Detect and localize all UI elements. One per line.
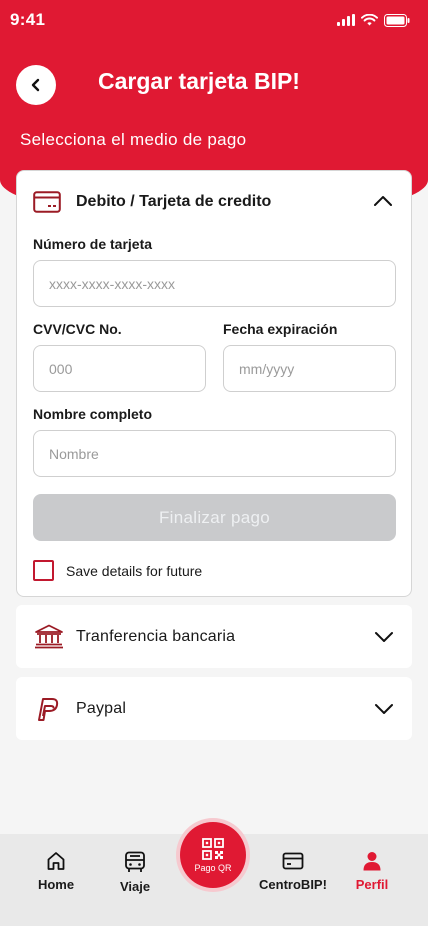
full-name-input[interactable] — [33, 430, 396, 477]
option-bank-transfer[interactable]: Tranferencia bancaria — [16, 605, 412, 668]
user-icon — [363, 852, 381, 871]
nav-item-perfil[interactable]: Perfil — [347, 851, 397, 892]
card-payment-panel: Debito / Tarjeta de credito Número de ta… — [16, 170, 412, 597]
chevron-down-icon — [375, 632, 393, 642]
page-title: Cargar tarjeta BIP! — [98, 68, 300, 94]
option-bank-transfer-label: Tranferencia bancaria — [76, 628, 236, 645]
nav-viaje-label: Viaje — [119, 879, 151, 894]
chevron-down-icon — [375, 704, 393, 714]
full-name-label: Nombre completo — [33, 406, 153, 422]
card-number-input[interactable] — [33, 260, 396, 307]
credit-card-icon — [33, 191, 61, 213]
nav-home-label: Home — [37, 877, 75, 892]
wifi-icon — [361, 14, 378, 26]
paypal-icon — [38, 698, 59, 721]
status-bar: 9:41 — [0, 0, 428, 40]
nav-perfil-label: Perfil — [355, 877, 389, 892]
nav-item-home[interactable]: Home — [30, 851, 82, 892]
save-details-row: Save details for future — [33, 560, 202, 581]
card-payment-header[interactable]: Debito / Tarjeta de credito — [17, 171, 411, 233]
status-time: 9:41 — [10, 10, 46, 29]
bus-icon — [125, 851, 145, 872]
option-paypal[interactable]: Paypal — [16, 677, 412, 740]
save-details-checkbox[interactable] — [33, 560, 54, 581]
home-icon — [47, 852, 65, 870]
chevron-up-icon — [374, 196, 392, 206]
qr-payment-label: Pago QR — [194, 862, 232, 873]
back-button[interactable] — [16, 65, 56, 105]
qr-code-icon — [202, 837, 224, 860]
signal-icon — [337, 14, 355, 26]
status-icons — [337, 13, 410, 27]
expiry-label: Fecha expiración — [223, 321, 338, 337]
chevron-left-icon — [31, 78, 40, 92]
battery-icon — [384, 13, 410, 27]
page-subtitle: Selecciona el medio de pago — [20, 130, 247, 149]
save-details-label: Save details for future — [66, 562, 203, 579]
nav-centrobip-label: CentroBIP! — [259, 877, 327, 892]
finalize-payment-button[interactable]: Finalizar pago — [33, 494, 396, 541]
card-icon — [282, 852, 304, 870]
option-paypal-label: Paypal — [76, 700, 127, 717]
bank-icon — [35, 624, 63, 649]
card-number-label: Número de tarjeta — [33, 236, 153, 252]
cvv-input[interactable] — [33, 345, 206, 392]
card-payment-title: Debito / Tarjeta de credito — [76, 193, 272, 210]
qr-payment-button[interactable]: Pago QR — [180, 822, 246, 888]
nav-item-centrobip[interactable]: CentroBIP! — [252, 851, 334, 892]
nav-item-viaje[interactable]: Viaje — [110, 851, 160, 894]
cvv-label: CVV/CVC No. — [33, 321, 122, 337]
expiry-input[interactable] — [223, 345, 396, 392]
